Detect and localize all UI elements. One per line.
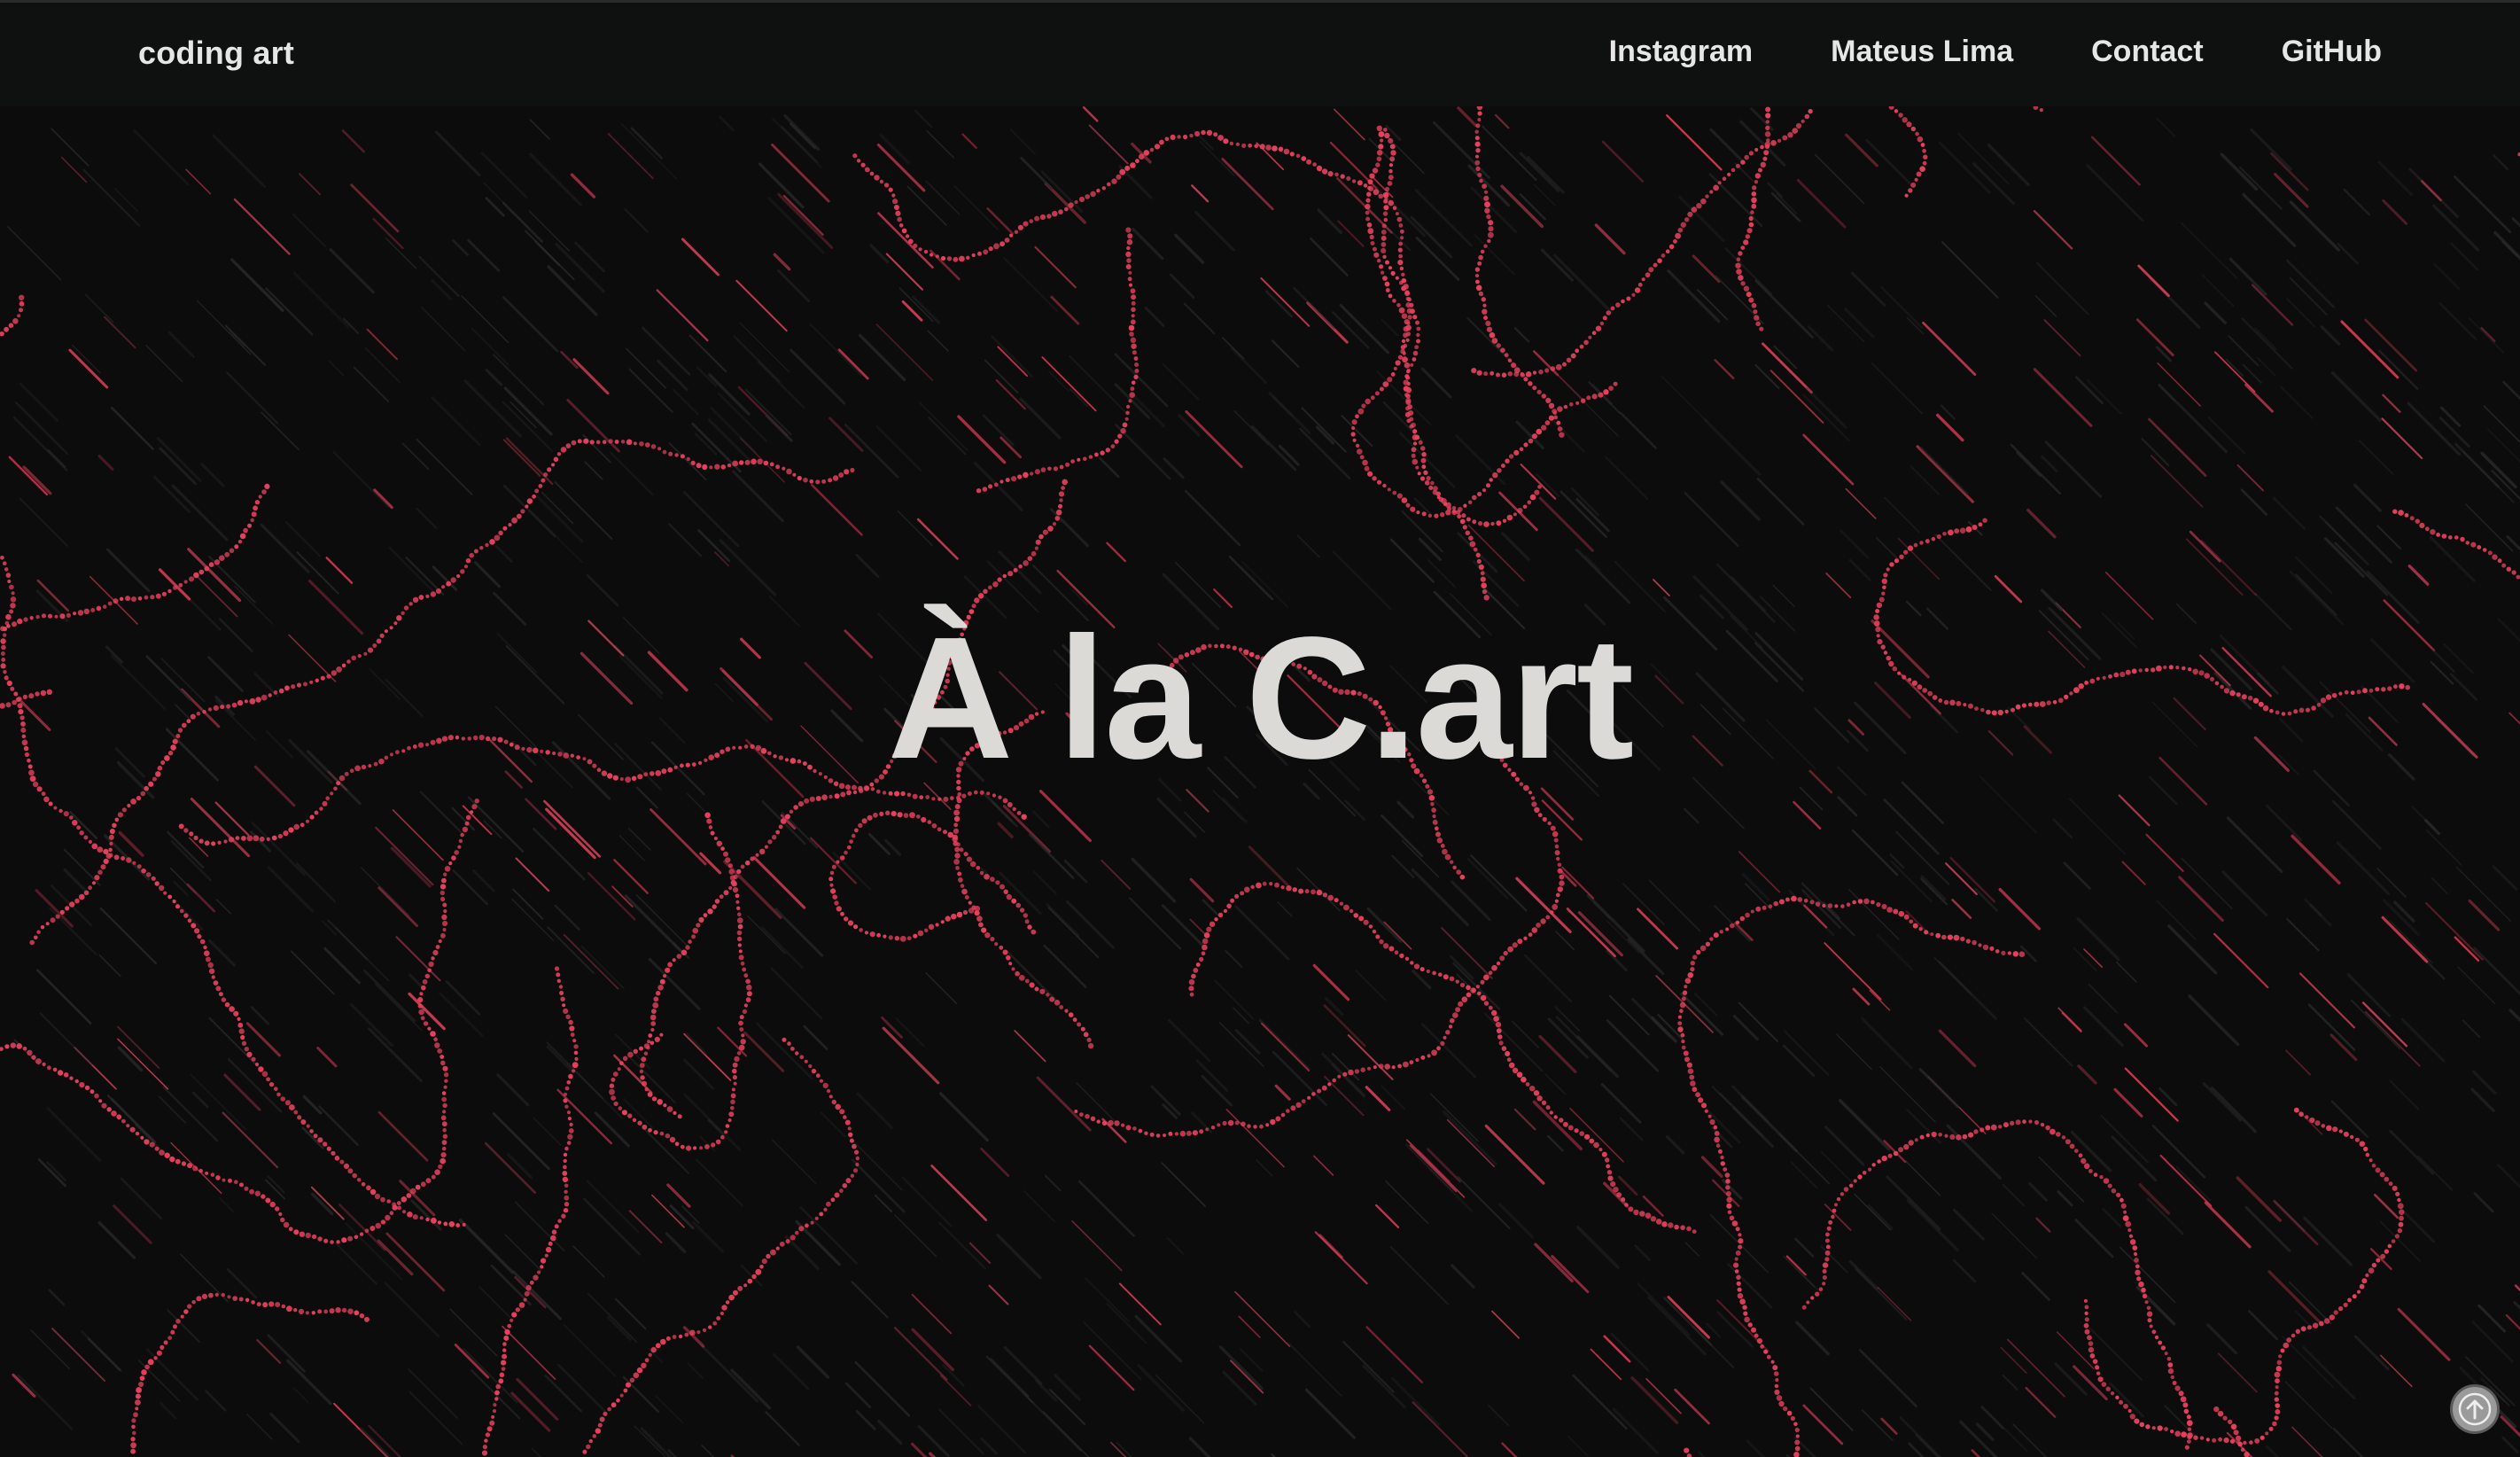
- nav-link-instagram[interactable]: Instagram: [1609, 35, 1754, 69]
- top-navbar: coding art Instagram Mateus Lima Contact…: [0, 0, 2520, 106]
- nav-link-contact[interactable]: Contact: [2091, 35, 2204, 69]
- nav-link-github[interactable]: GitHub: [2282, 35, 2382, 69]
- hero-section: À la C.art: [0, 106, 2520, 1457]
- page: coding art Instagram Mateus Lima Contact…: [0, 0, 2520, 1457]
- hero-title: À la C.art: [887, 601, 1634, 795]
- nav-link-mateus-lima[interactable]: Mateus Lima: [1831, 35, 2013, 69]
- scroll-to-top-button[interactable]: [2450, 1384, 2500, 1434]
- nav-links: Instagram Mateus Lima Contact GitHub: [1609, 35, 2382, 69]
- arrow-up-circle-icon: [2458, 1392, 2492, 1426]
- brand-link[interactable]: coding art: [138, 35, 294, 72]
